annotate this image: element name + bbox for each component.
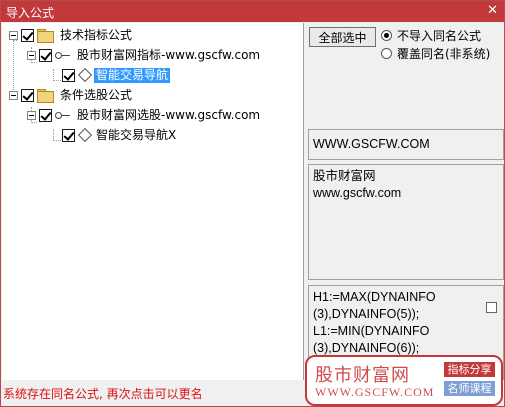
radio-button[interactable]: [381, 30, 392, 41]
tree-checkbox[interactable]: [62, 128, 75, 142]
tree-node-label: 智能交易导航: [94, 67, 171, 83]
watermark-logo: 股市财富网 WWW.GSCFW.COM 指标分享 名师课程: [305, 355, 503, 406]
tree-checkbox[interactable]: [39, 48, 52, 62]
watermark-tag-indicators: 指标分享: [444, 362, 495, 377]
key-icon: [55, 50, 71, 60]
watermark-name: 股市财富网: [315, 365, 410, 386]
description-line: 股市财富网: [313, 169, 376, 183]
tree-checkbox[interactable]: [62, 68, 75, 82]
collapse-icon[interactable]: [9, 90, 18, 100]
title-bar: 导入公式 ✕: [1, 1, 504, 22]
radio-label: 覆盖同名(非系统): [397, 47, 491, 61]
tree-node-label: 股市财富网指标-www.gscfw.com: [77, 47, 261, 62]
collapse-icon[interactable]: [27, 50, 36, 60]
formula-url: WWW.GSCFW.COM: [313, 137, 430, 151]
description-line: www.gscfw.com: [313, 186, 402, 200]
radio-button[interactable]: [381, 48, 392, 59]
tree-node-stock-selection[interactable]: 条件选股公式: [9, 87, 134, 103]
tree-node-smart-trade-nav-x[interactable]: 智能交易导航X: [62, 127, 178, 143]
formula-icon: [78, 69, 90, 81]
code-checkbox[interactable]: [486, 302, 497, 313]
collapse-icon[interactable]: [27, 110, 36, 120]
window-title: 导入公式: [6, 6, 55, 20]
status-message: 系统存在同名公式, 再次点击可以更名: [3, 387, 203, 401]
radio-label: 不导入同名公式: [397, 29, 482, 43]
tree-node-label: 股市财富网选股-www.gscfw.com: [77, 107, 261, 122]
tree-checkbox[interactable]: [39, 108, 52, 122]
formula-tree[interactable]: 技术指标公式 股市财富网指标-www.gscfw.com 智能交易导航 条件选股…: [2, 23, 304, 380]
tree-node-label: 智能交易导航X: [96, 127, 177, 142]
folder-icon: [37, 89, 54, 103]
key-icon: [55, 110, 71, 120]
close-icon[interactable]: ✕: [487, 3, 498, 18]
code-line: H1:=MAX(DYNAINFO: [313, 290, 436, 304]
tree-node-label: 技术指标公式: [60, 27, 133, 42]
import-formula-dialog: 导入公式 ✕ 技术指标公式 股市财富网指标-www.gscfw.com 智能交易…: [0, 0, 505, 407]
tree-checkbox[interactable]: [21, 88, 34, 102]
folder-icon: [37, 29, 54, 43]
code-line: (3),DYNAINFO(5));: [313, 307, 420, 321]
formula-description-box: 股市财富网 www.gscfw.com: [308, 164, 504, 280]
tree-node-gscfw-selection[interactable]: 股市财富网选股-www.gscfw.com: [27, 107, 262, 123]
tree-checkbox[interactable]: [21, 28, 34, 42]
tree-node-gscfw-indicator[interactable]: 股市财富网指标-www.gscfw.com: [27, 47, 262, 63]
tree-node-smart-trade-nav[interactable]: 智能交易导航: [62, 67, 171, 83]
collapse-icon[interactable]: [9, 30, 18, 40]
radio-skip-duplicates[interactable]: 不导入同名公式: [381, 27, 481, 44]
tree-node-tech-indicators[interactable]: 技术指标公式: [9, 27, 134, 43]
radio-overwrite-duplicates[interactable]: 覆盖同名(非系统): [381, 45, 490, 62]
options-pane: 全部选中 不导入同名公式 覆盖同名(非系统) WWW.GSCFW.COM 股市财…: [306, 23, 504, 380]
watermark-site: WWW.GSCFW.COM: [315, 385, 435, 399]
watermark-tag-courses: 名师课程: [444, 381, 495, 396]
formula-url-box: WWW.GSCFW.COM: [308, 129, 504, 160]
select-all-button[interactable]: 全部选中: [309, 27, 376, 47]
formula-icon: [78, 129, 90, 141]
tree-node-label: 条件选股公式: [60, 87, 133, 102]
code-line: L1:=MIN(DYNAINFO: [313, 324, 430, 338]
